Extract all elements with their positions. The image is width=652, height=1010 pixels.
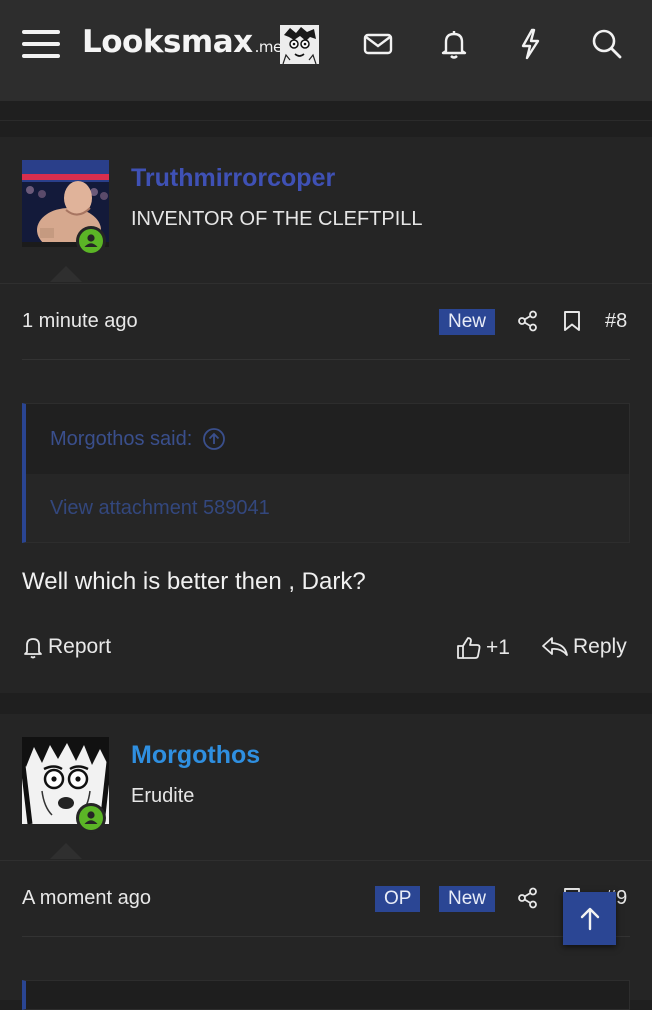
user-pointer (50, 843, 82, 859)
new-badge: New (439, 309, 496, 335)
top-nav-bar: Looksmax .me (0, 0, 652, 101)
scroll-to-top-button[interactable] (563, 892, 616, 945)
report-label: Report (48, 635, 112, 658)
user-title: Erudite (131, 785, 195, 807)
report-bell-icon (24, 638, 42, 659)
op-badge: OP (375, 886, 421, 912)
menu-icon[interactable] (22, 28, 60, 60)
post-9: Morgothos Erudite (0, 714, 652, 1000)
online-indicator (76, 226, 106, 256)
post-username[interactable]: Truthmirrorcoper (131, 164, 335, 193)
like-count: +1 (486, 636, 510, 659)
reply-icon (542, 637, 568, 656)
post-timestamp[interactable]: 1 minute ago (22, 310, 138, 333)
divider (0, 120, 652, 121)
post-username[interactable]: Morgothos (131, 741, 260, 770)
attachment-link[interactable]: View attachment 589041 (50, 497, 270, 520)
meta-divider (22, 936, 630, 937)
post-header-divider (0, 860, 652, 861)
jump-to-quote-icon[interactable] (202, 427, 226, 451)
bolt-icon[interactable] (513, 27, 547, 61)
quote-header[interactable]: Morgothos said: (26, 404, 629, 474)
post-separator (0, 694, 652, 714)
site-logo[interactable]: Looksmax .me (82, 24, 282, 64)
share-icon[interactable] (517, 887, 539, 909)
user-avatar[interactable] (280, 25, 319, 64)
quote-content[interactable]: View attachment 589041 (26, 474, 629, 542)
online-indicator (76, 803, 106, 833)
post-timestamp[interactable]: A moment ago (22, 887, 151, 910)
post-message: Well which is better then , Dark? (22, 568, 366, 595)
quote-block (22, 980, 630, 1010)
search-icon[interactable] (590, 27, 624, 61)
user-pointer (50, 266, 82, 282)
mail-icon[interactable] (361, 27, 395, 61)
bell-icon[interactable] (437, 27, 471, 61)
reply-label: Reply (573, 635, 627, 658)
post-number[interactable]: #8 (605, 310, 627, 333)
logo-text: Looksmax (82, 24, 253, 60)
post-header-divider (0, 283, 652, 284)
user-title: INVENTOR OF THE CLEFTPILL (131, 208, 423, 230)
meta-divider (22, 359, 630, 360)
logo-suffix: .me (254, 38, 283, 56)
like-button[interactable]: +1 (456, 635, 510, 661)
reply-button[interactable]: Reply (541, 635, 627, 659)
quote-block: Morgothos said: View attachment 589041 (22, 403, 630, 543)
bookmark-icon[interactable] (561, 310, 583, 332)
report-button[interactable]: Report (22, 635, 111, 659)
thumbs-up-icon (457, 637, 481, 659)
quote-author: Morgothos said: (50, 427, 193, 450)
new-badge: New (439, 886, 496, 912)
share-icon[interactable] (517, 310, 539, 332)
arrow-up-icon (580, 907, 599, 930)
